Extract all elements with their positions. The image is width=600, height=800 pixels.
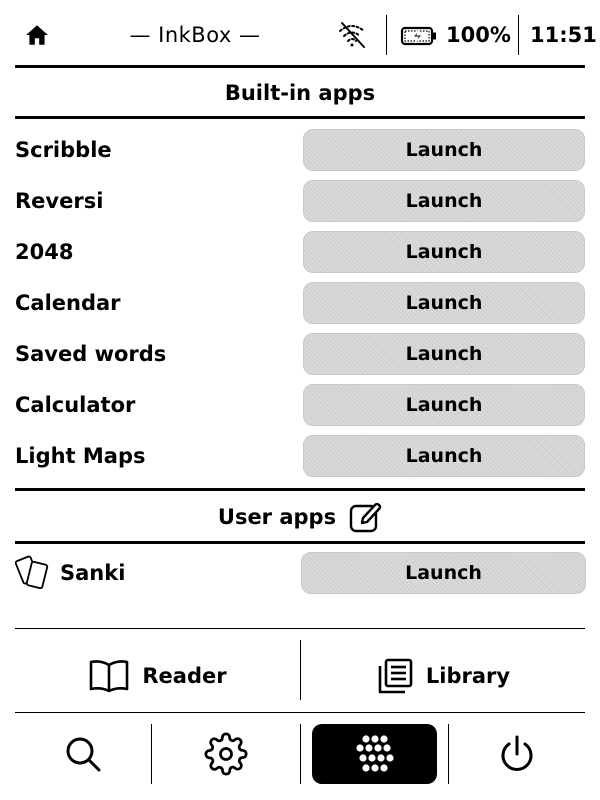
divider [15,116,585,119]
divider [15,628,585,629]
user-apps-heading: User apps [217,505,337,529]
search-icon [63,734,103,774]
list-item: Scribble Launch [15,129,585,171]
apps-grid-icon [355,734,395,774]
book-icon [88,658,130,694]
divider [15,488,585,491]
status-divider [518,15,519,55]
wifi-off-icon [337,20,367,50]
clock: 11:51 [530,23,597,47]
list-item: Sanki Launch [14,552,586,594]
app-name: Reversi [15,189,104,213]
launch-button[interactable]: Launch [303,231,585,273]
launch-button[interactable]: Launch [303,180,585,222]
list-item: Light Maps Launch [15,435,585,477]
app-title: — InkBox — [129,23,261,47]
status-divider [386,15,387,55]
launch-button[interactable]: Launch [303,384,585,426]
list-item: Saved words Launch [15,333,585,375]
library-label: Library [425,664,511,688]
list-item: Reversi Launch [15,180,585,222]
list-item: Calendar Launch [15,282,585,324]
divider [15,541,585,544]
launch-button[interactable]: Launch [301,552,586,594]
search-button[interactable] [15,724,150,784]
library-icon [376,657,414,695]
app-name: Scribble [15,138,112,162]
app-name: Sanki [60,561,126,585]
app-name: 2048 [15,240,74,264]
cards-icon [14,554,53,592]
launch-button[interactable]: Launch [303,435,585,477]
library-button[interactable]: Library [301,640,585,712]
divider [15,65,585,68]
app-name: Saved words [15,342,167,366]
app-name: Light Maps [15,444,146,468]
gear-icon [203,732,248,776]
user-apps-header: User apps [15,496,585,538]
power-icon [497,734,537,774]
app-name: Calendar [15,291,121,315]
status-bar: — InkBox — 100% 11:51 [0,0,600,66]
battery-charging-icon [400,25,438,47]
battery-level: 100% [446,23,511,47]
home-icon[interactable] [24,22,50,48]
launch-button[interactable]: Launch [303,333,585,375]
app-name: Calculator [15,393,136,417]
divider [15,712,585,713]
nav-divider [300,724,301,784]
list-item: 2048 Launch [15,231,585,273]
reader-label: Reader [142,664,227,688]
power-button[interactable] [449,724,585,784]
apps-button[interactable] [312,724,437,784]
reader-button[interactable]: Reader [15,640,300,712]
launch-button[interactable]: Launch [303,282,585,324]
list-item: Calculator Launch [15,384,585,426]
edit-icon[interactable] [348,500,382,534]
builtin-apps-heading: Built-in apps [224,81,376,105]
launch-button[interactable]: Launch [303,129,585,171]
settings-button[interactable] [152,724,299,784]
